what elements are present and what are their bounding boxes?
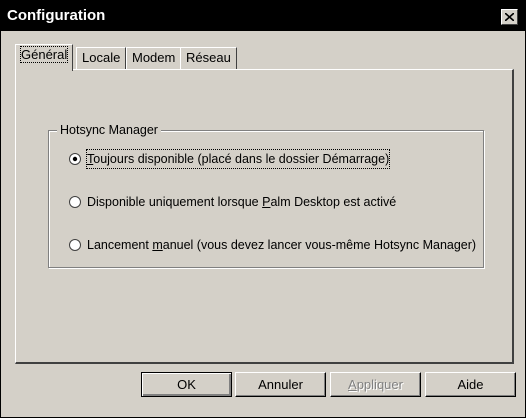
radio-unselected-icon[interactable] (69, 239, 81, 251)
radio-unselected-icon[interactable] (69, 196, 81, 208)
help-button[interactable]: Aide (425, 372, 516, 397)
tab-general[interactable]: Général (15, 44, 74, 71)
tab-modem-label: Modem (132, 50, 176, 65)
tab-reseau-label: Réseau (186, 50, 231, 65)
tab-panel-general: Hotsync Manager Toujours disponible (pla… (15, 69, 514, 364)
close-button[interactable] (501, 9, 518, 25)
tab-locale-label: Locale (82, 50, 121, 65)
title-bar[interactable]: Configuration (1, 1, 525, 31)
close-icon (505, 13, 514, 21)
tab-locale[interactable]: Locale (76, 47, 127, 71)
hotsync-manager-group: Hotsync Manager Toujours disponible (pla… (48, 122, 484, 268)
tab-general-label: Général (19, 46, 69, 63)
tab-modem[interactable]: Modem (126, 47, 182, 71)
window-title: Configuration (7, 7, 106, 24)
radio-manual-launch-label: Lancement manuel (vous devez lancer vous… (87, 238, 477, 252)
radio-selected-icon[interactable] (69, 153, 81, 165)
radio-always-available-label: Toujours disponible (placé dans le dossi… (85, 149, 391, 169)
apply-button[interactable]: Appliquer (330, 372, 421, 397)
tab-reseau[interactable]: Réseau (180, 47, 237, 71)
group-label: Hotsync Manager (57, 122, 161, 138)
cancel-button[interactable]: Annuler (235, 372, 326, 397)
radio-palm-desktop-active-label: Disponible uniquement lorsque Palm Deskt… (87, 195, 397, 209)
configuration-dialog: Configuration Général Locale Modem Résea… (0, 0, 526, 418)
ok-button[interactable]: OK (141, 372, 232, 397)
